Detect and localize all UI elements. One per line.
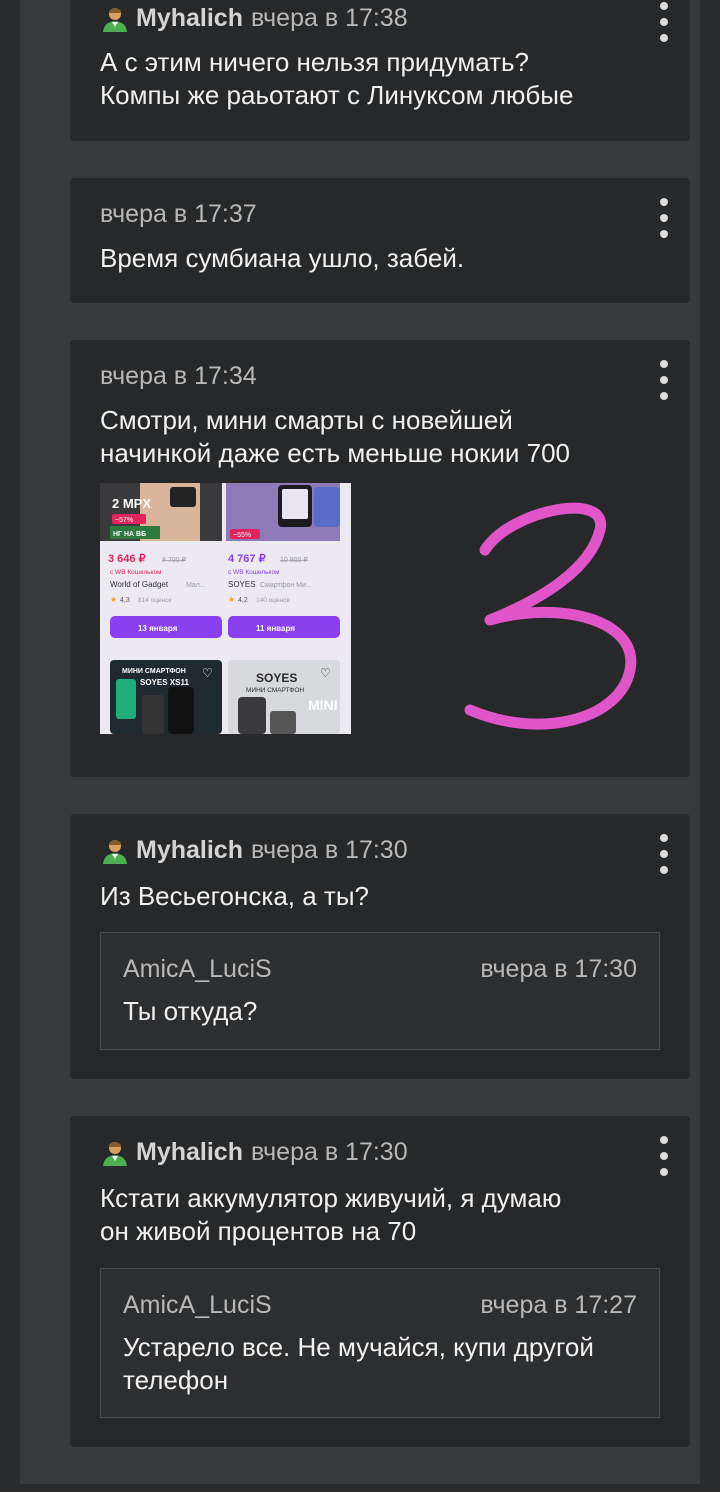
comment-author[interactable]: Myhalich: [136, 4, 243, 33]
comment-text: Время сумбиана ушло, забей.: [100, 243, 465, 273]
product-rating: 4,2: [238, 597, 248, 604]
comment-card: Myhalich вчера в 17:30 Кстати аккумулято…: [70, 1116, 690, 1447]
discount-badge: −55%: [233, 532, 251, 539]
rating-star-icon: ★: [110, 595, 117, 604]
comment-text-line: Компы же раьотают с Линуксом любые: [100, 80, 574, 110]
quote-text: Устарело все. Не мучайся, купи другой те…: [123, 1331, 643, 1397]
comment-time: вчера в 17:30: [250, 1138, 408, 1166]
quoted-comment[interactable]: AmicA_LuciS вчера в 17:27 Устарело все. …: [100, 1268, 660, 1418]
comment-meta: Myhalich вчера в 17:38: [100, 4, 408, 33]
banner-brand: SOYES: [256, 671, 297, 685]
handwritten-annotation: [464, 502, 637, 730]
product-category: Смартфон Ми...: [260, 582, 312, 589]
banner-title: МИНИ СМАРТФОН: [246, 687, 304, 694]
user-avatar-icon: [103, 839, 127, 864]
comment-meta: вчера в 17:37: [100, 200, 257, 229]
quote-author: AmicA_LuciS: [123, 955, 272, 983]
comment-time: вчера в 17:34: [100, 362, 257, 390]
banner-model: SOYES XS11: [140, 678, 189, 687]
quote-text: Ты откуда?: [123, 996, 258, 1026]
product-old-price: 8 700 ₽: [162, 556, 186, 564]
more-vert-icon[interactable]: [652, 198, 676, 238]
comment-author[interactable]: Myhalich: [136, 836, 243, 865]
product-price: 3 646 ₽: [108, 553, 146, 565]
more-vert-icon[interactable]: [652, 2, 676, 42]
product-reviews: 814 оценок: [138, 597, 172, 604]
quote-time: вчера в 17:27: [480, 1291, 637, 1319]
comment-time: вчера в 17:38: [250, 4, 408, 32]
wallet-note: с WB Кошельком: [228, 569, 280, 576]
comment-time: вчера в 17:30: [250, 836, 408, 864]
comment-text: Из Весьегонска, а ты?: [100, 881, 369, 911]
comment-time: вчера в 17:37: [100, 200, 257, 228]
user-avatar-icon: [103, 1141, 127, 1166]
comment-meta: вчера в 17:34: [100, 362, 257, 391]
delivery-date: 13 января: [138, 624, 178, 633]
product-brand: World of Gadget: [110, 580, 169, 589]
wallet-note: с WB Кошельком: [110, 569, 162, 576]
comment-meta: Myhalich вчера в 17:30: [100, 1138, 408, 1167]
discount-badge: −57%: [115, 517, 133, 524]
comment-text: А с этим ничего нельзя придумать? Компы …: [100, 46, 660, 112]
comment-text: Кстати аккумулятор живучий, я думаю он ж…: [100, 1182, 660, 1248]
banner-label: MINI: [308, 697, 338, 713]
camera-badge: 2 МPX: [112, 496, 151, 511]
quote-text-line: Устарело все. Не мучайся, купи другой: [123, 1332, 594, 1362]
heart-icon[interactable]: ♡: [202, 666, 213, 680]
comment-meta: Myhalich вчера в 17:30: [100, 836, 408, 865]
comment-text: Смотри, мини смарты с новейшей начинкой …: [100, 404, 660, 470]
product-old-price: 10 900 ₽: [280, 556, 308, 564]
delivery-date: 11 января: [256, 624, 295, 633]
promo-badge: НГ НА ВБ: [113, 531, 146, 538]
comment-card: вчера в 17:34 Смотри, мини смарты с нове…: [70, 340, 690, 777]
comment-text-line: Смотри, мини смарты с новейшей: [100, 405, 513, 435]
comments-panel: Myhalich вчера в 17:38 А с этим ничего н…: [20, 0, 700, 1484]
product-brand: SOYES: [228, 580, 256, 589]
product-price: 4 767 ₽: [228, 553, 266, 565]
more-vert-icon[interactable]: [652, 1136, 676, 1176]
quote-text-line: телефон: [123, 1365, 229, 1395]
product-listing-image: 2 МPX −57% НГ НА ВБ −55% 3 646 ₽ 8 700 ₽…: [100, 483, 351, 734]
user-avatar-icon: [103, 7, 127, 32]
comment-card: вчера в 17:37 Время сумбиана ушло, забей…: [70, 178, 690, 303]
comment-text-line: А с этим ничего нельзя придумать?: [100, 47, 530, 77]
more-vert-icon[interactable]: [652, 360, 676, 400]
product-category: Мал...: [186, 582, 206, 589]
attached-screenshot[interactable]: 2 МPX −57% НГ НА ВБ −55% 3 646 ₽ 8 700 ₽…: [100, 483, 351, 734]
comment-text-line: Кстати аккумулятор живучий, я думаю: [100, 1183, 562, 1213]
quote-time: вчера в 17:30: [480, 955, 637, 983]
product-reviews: 140 оценок: [256, 597, 290, 604]
product-rating: 4,3: [120, 597, 130, 604]
comment-text-line: начинкой даже есть меньше нокии 700: [100, 438, 571, 468]
quote-author: AmicA_LuciS: [123, 1291, 272, 1319]
banner-title: МИНИ СМАРТФОН: [122, 668, 186, 675]
heart-icon[interactable]: ♡: [320, 666, 331, 680]
comment-text-line: он живой процентов на 70: [100, 1216, 417, 1246]
comment-card: Myhalich вчера в 17:30 Из Весьегонска, а…: [70, 814, 690, 1079]
quoted-comment[interactable]: AmicA_LuciS вчера в 17:30 Ты откуда?: [100, 932, 660, 1050]
more-vert-icon[interactable]: [652, 834, 676, 874]
comment-card: Myhalich вчера в 17:38 А с этим ничего н…: [70, 0, 690, 141]
rating-star-icon: ★: [228, 595, 235, 604]
comment-author[interactable]: Myhalich: [136, 1138, 243, 1167]
